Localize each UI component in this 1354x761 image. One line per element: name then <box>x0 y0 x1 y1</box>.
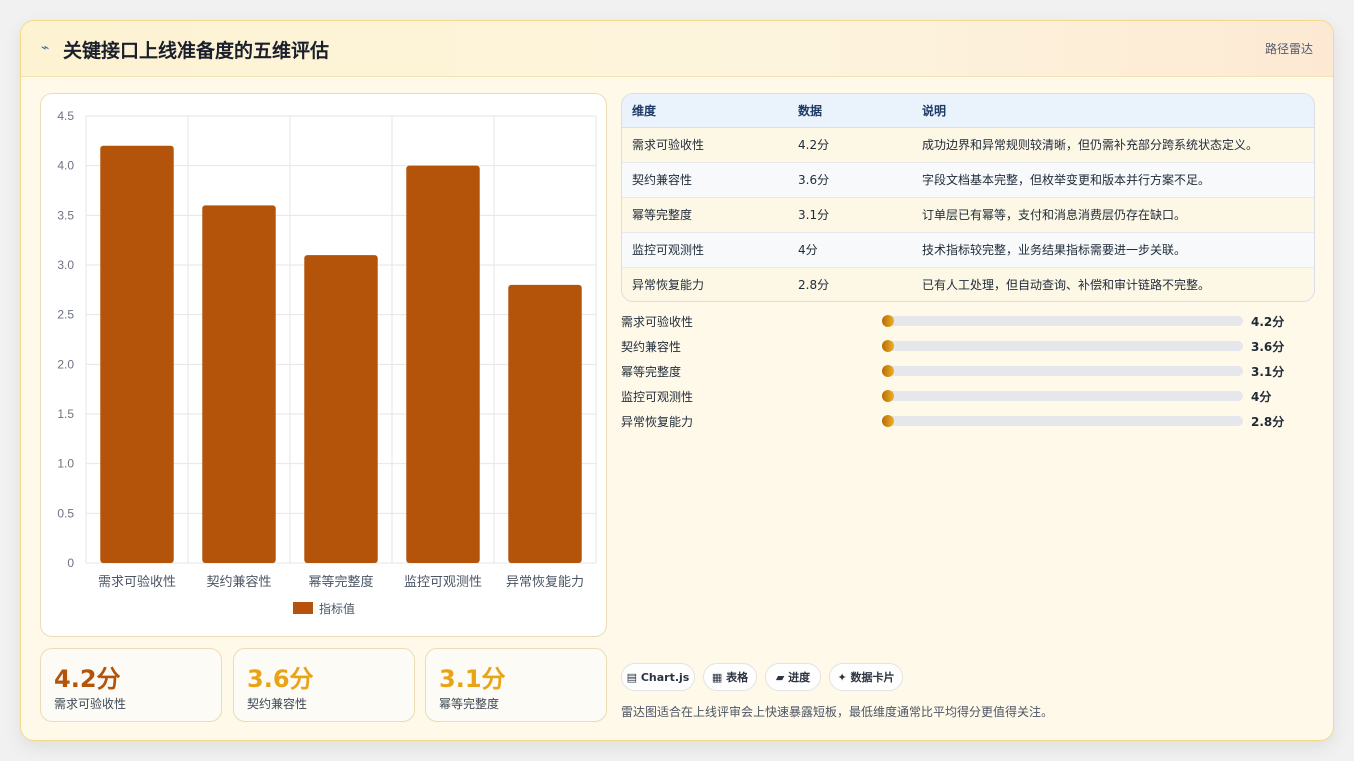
table-header: 说明 <box>912 94 1314 128</box>
table-cell: 3.1分 <box>788 197 912 233</box>
table-cell: 订单层已有幂等，支付和消息消费层仍存在缺口。 <box>912 197 1314 233</box>
y-tick-label: 1.5 <box>57 407 74 421</box>
bar <box>100 145 174 564</box>
progress-track <box>882 391 1243 401</box>
progress-track <box>882 316 1243 326</box>
y-tick-label: 2.5 <box>57 308 74 322</box>
table-cell: 已有人工处理，但自动查询、补偿和审计链路不完整。 <box>912 267 1314 301</box>
progress-value: 3.1分 <box>1251 365 1285 379</box>
progress-row: 异常恢复能力 2.8分 <box>621 411 1301 431</box>
table-cell: 监控可观测性 <box>622 232 788 268</box>
table-cell: 2.8分 <box>788 267 912 301</box>
y-tick-label: 3.0 <box>57 258 74 272</box>
table-cell: 需求可验收性 <box>622 127 788 163</box>
table-row: 异常恢复能力 2.8分 已有人工处理，但自动查询、补偿和审计链路不完整。 <box>622 267 1314 301</box>
progress-track <box>882 341 1243 351</box>
progress-row: 需求可验收性 4.2分 <box>621 311 1301 331</box>
table-cell: 成功边界和异常规则较清晰，但仍需补充部分跨系统状态定义。 <box>912 127 1314 163</box>
bar-chart: 0 0.5 1.0 1.5 2.0 2.5 3.0 3.5 4.0 4.5 需求可验收性 契约兼容性 幂… <box>40 93 607 637</box>
chip-chartjs[interactable]: ▤ Chart.js <box>621 663 695 691</box>
legend-label: 指标值 <box>319 601 355 616</box>
progress-label: 异常恢复能力 <box>621 415 694 429</box>
progress-row: 契约兼容性 3.6分 <box>621 336 1301 356</box>
table-header: 维度 <box>622 94 788 128</box>
x-tick-label: 异常恢复能力 <box>506 575 584 590</box>
chip-data-cards[interactable]: ✦ 数据卡片 <box>829 663 903 691</box>
progress-row: 幂等完整度 3.1分 <box>621 361 1301 381</box>
lightning-icon: ⌁ <box>41 40 50 56</box>
progress-value: 3.6分 <box>1251 340 1285 354</box>
x-tick-label: 监控可观测性 <box>404 575 482 590</box>
bar-chart-svg: 0 0.5 1.0 1.5 2.0 2.5 3.0 3.5 4.0 4.5 需求可验收性 契约兼容性 幂… <box>57 109 597 616</box>
dimension-table: 维度 数据 说明 需求可验收性 4.2分 成功边界和异常规则较清晰，但仍需补充部… <box>621 93 1315 302</box>
progress-knob <box>882 415 894 427</box>
stat-value: 3.6分 <box>247 665 314 693</box>
table-row: 需求可验收性 4.2分 成功边界和异常规则较清晰，但仍需补充部分跨系统状态定义。 <box>622 127 1314 163</box>
x-tick-label: 幂等完整度 <box>308 574 373 590</box>
stat-label: 幂等完整度 <box>439 697 500 711</box>
table-row: 监控可观测性 4分 技术指标较完整，业务结果指标需要进一步关联。 <box>622 232 1314 268</box>
progress-label: 幂等完整度 <box>621 365 682 379</box>
table-cell: 字段文档基本完整，但枚举变更和版本并行方案不足。 <box>912 162 1314 198</box>
table-row: 契约兼容性 3.6分 字段文档基本完整，但枚举变更和版本并行方案不足。 <box>622 162 1314 198</box>
stat-label: 需求可验收性 <box>54 697 127 711</box>
chip-table[interactable]: ▦ 表格 <box>703 663 757 691</box>
legend-swatch <box>293 602 313 614</box>
table-cell: 技术指标较完整，业务结果指标需要进一步关联。 <box>912 232 1314 268</box>
progress-row: 监控可观测性 4分 <box>621 386 1301 406</box>
stat-card-3: 3.1分 幂等完整度 <box>425 648 607 722</box>
progress-knob <box>882 315 894 327</box>
x-tick-label: 契约兼容性 <box>206 574 271 590</box>
bar <box>202 205 276 563</box>
table-cell: 4分 <box>788 232 912 268</box>
progress-knob <box>882 365 894 377</box>
stat-value: 3.1分 <box>439 665 506 693</box>
y-tick-label: 2.0 <box>57 357 74 371</box>
y-tick-label: 0 <box>67 556 74 570</box>
table-cell: 异常恢复能力 <box>622 267 788 301</box>
y-tick-label: 4.0 <box>57 159 74 173</box>
stat-label: 契约兼容性 <box>247 697 308 711</box>
y-tick-label: 3.5 <box>57 208 74 222</box>
progress-value: 4分 <box>1251 390 1272 404</box>
y-tick-label: 1.0 <box>57 457 74 471</box>
header-tag: 路径雷达 <box>1264 42 1313 56</box>
progress-label: 契约兼容性 <box>621 340 682 354</box>
progress-track <box>882 366 1243 376</box>
table-header: 数据 <box>788 94 912 128</box>
footnote: 雷达图适合在上线评审会上快速暴露短板，最低维度通常比平均得分更值得关注。 <box>621 705 1054 719</box>
stat-card-1: 4.2分 需求可验收性 <box>40 648 222 722</box>
progress-knob <box>882 340 894 352</box>
y-tick-label: 0.5 <box>57 506 74 520</box>
y-tick-label: 4.5 <box>57 109 74 123</box>
table-cell: 3.6分 <box>788 162 912 198</box>
progress-label: 需求可验收性 <box>621 315 694 329</box>
table-cell: 4.2分 <box>788 127 912 163</box>
dashboard-card: ⌁ 关键接口上线准备度的五维评估 路径雷达 0 0.5 1.0 1.5 2.0 2.5 3.… <box>20 20 1334 741</box>
bar <box>406 165 480 563</box>
progress-value: 2.8分 <box>1251 415 1285 429</box>
progress-knob <box>882 390 894 402</box>
x-tick-label: 需求可验收性 <box>98 574 176 590</box>
table-cell: 幂等完整度 <box>622 197 788 233</box>
stat-value: 4.2分 <box>54 665 121 693</box>
bar <box>508 284 582 563</box>
bar <box>304 255 378 564</box>
progress-label: 监控可观测性 <box>621 390 694 404</box>
table-row: 幂等完整度 3.1分 订单层已有幂等，支付和消息消费层仍存在缺口。 <box>622 197 1314 233</box>
page-title: 关键接口上线准备度的五维评估 <box>63 40 330 62</box>
table-header-row: 维度 数据 说明 <box>622 94 1314 128</box>
stat-card-2: 3.6分 契约兼容性 <box>233 648 415 722</box>
chip-progress[interactable]: ▰ 进度 <box>765 663 821 691</box>
table-cell: 契约兼容性 <box>622 162 788 198</box>
progress-value: 4.2分 <box>1251 315 1285 329</box>
progress-track <box>882 416 1243 426</box>
card-header: ⌁ 关键接口上线准备度的五维评估 路径雷达 <box>21 21 1333 77</box>
